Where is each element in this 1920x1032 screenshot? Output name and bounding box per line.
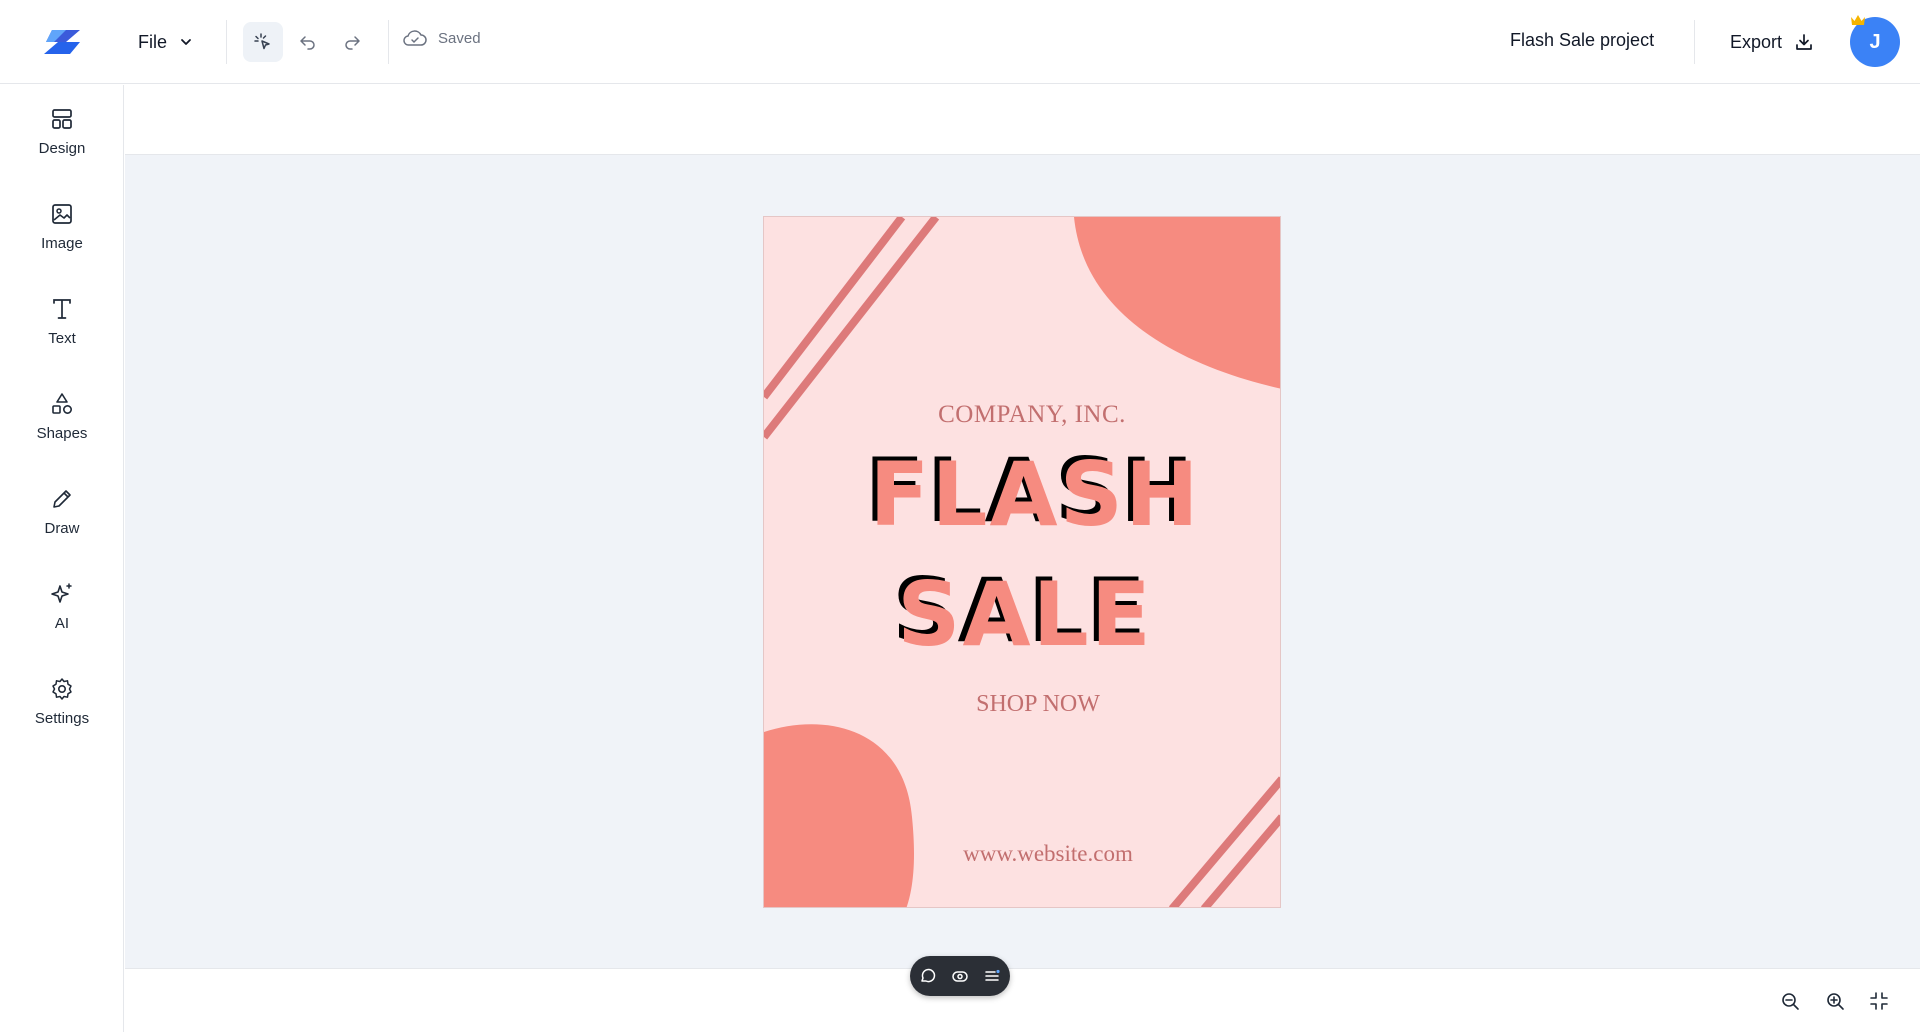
sidebar-item-label: Settings: [34, 709, 90, 727]
zoom-in-icon: [1827, 993, 1844, 1010]
poster-company-name[interactable]: COMPANY, INC.: [764, 401, 1280, 429]
cloud-check-icon: [403, 30, 427, 46]
comment-button[interactable]: [919, 967, 937, 985]
poster-page[interactable]: COMPANY, INC. FLASH SALE SHOP NOW www.we…: [763, 216, 1281, 908]
crown-icon: [1851, 15, 1865, 25]
preview-button[interactable]: [951, 967, 969, 985]
bottom-bar: [125, 968, 1920, 1032]
sidebar-item-label: Image: [41, 234, 83, 252]
poster-headline-sale[interactable]: SALE: [766, 563, 1280, 666]
file-menu-label: File: [138, 31, 168, 52]
sidebar-item-label: Draw: [44, 519, 80, 537]
top-right-blob: [1074, 217, 1280, 389]
divider: [226, 20, 227, 64]
sidebar-item-draw[interactable]: Draw: [0, 473, 124, 549]
download-icon: [1796, 34, 1812, 50]
floating-toolbar: [910, 956, 1010, 996]
comment-icon: [921, 968, 936, 983]
left-sidebar: Design Image Text Shapes Draw AI Setting…: [0, 85, 124, 1032]
zoom-in-button[interactable]: [1822, 988, 1848, 1014]
cursor-click-icon: [254, 33, 270, 50]
sidebar-item-text[interactable]: Text: [0, 283, 124, 359]
collapse-icon: [1870, 992, 1888, 1010]
file-menu[interactable]: File: [128, 22, 203, 62]
save-status-text: Saved: [438, 29, 481, 47]
context-toolbar: [125, 85, 1920, 155]
list-icon: [985, 969, 1000, 981]
redo-button[interactable]: [332, 22, 372, 62]
select-tool-button[interactable]: [243, 22, 283, 62]
image-icon: [52, 203, 72, 224]
top-bar: File Saved Flash Sale project Export J: [0, 0, 1920, 84]
eye-icon: [952, 971, 968, 982]
sidebar-item-shapes[interactable]: Shapes: [0, 378, 124, 454]
export-label: Export: [1730, 31, 1783, 52]
sidebar-item-label: Shapes: [36, 424, 88, 442]
bottom-left-blob: [764, 724, 914, 907]
sidebar-item-image[interactable]: Image: [0, 188, 124, 264]
sidebar-item-design[interactable]: Design: [0, 93, 124, 169]
sidebar-item-label: Design: [38, 139, 86, 157]
gear-icon: [52, 677, 72, 700]
pencil-icon: [53, 489, 71, 508]
text-icon: [53, 298, 71, 319]
fit-screen-button[interactable]: [1866, 988, 1892, 1014]
app-logo-icon[interactable]: [40, 26, 86, 58]
layers-button[interactable]: [983, 967, 1001, 985]
poster-website[interactable]: www.website.com: [764, 841, 1280, 867]
zoom-out-button[interactable]: [1777, 988, 1803, 1014]
divider: [1694, 20, 1695, 64]
stripe: [764, 217, 906, 400]
sidebar-item-settings[interactable]: Settings: [0, 663, 124, 739]
poster-headline-flash[interactable]: FLASH: [776, 443, 1280, 546]
poster-cta[interactable]: SHOP NOW: [764, 691, 1280, 718]
export-button[interactable]: Export: [1730, 24, 1814, 60]
undo-icon: [300, 36, 315, 50]
layout-icon: [52, 108, 72, 129]
sidebar-item-label: Text: [48, 329, 76, 347]
shapes-icon: [52, 392, 73, 414]
sidebar-item-ai[interactable]: AI: [0, 568, 124, 644]
redo-icon: [345, 36, 360, 50]
undo-button[interactable]: [288, 22, 328, 62]
zoom-out-icon: [1782, 993, 1799, 1010]
divider: [388, 20, 389, 64]
project-title[interactable]: Flash Sale project: [1510, 30, 1654, 51]
chevron-down-icon: [181, 39, 191, 45]
sidebar-item-label: AI: [54, 614, 70, 632]
sparkles-icon: [51, 582, 72, 603]
save-status: Saved: [402, 28, 481, 48]
avatar-initial: J: [1869, 30, 1881, 53]
